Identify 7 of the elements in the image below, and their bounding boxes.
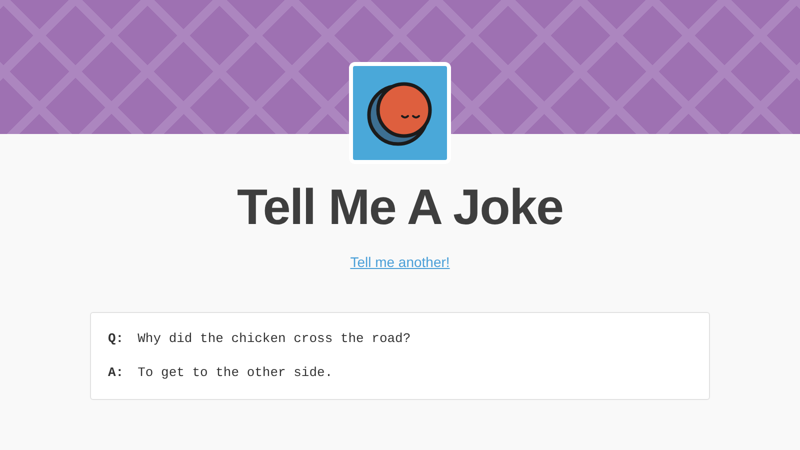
another-joke-link[interactable]: Tell me another! (350, 254, 450, 270)
joke-text: Why did the chicken cross the road? (138, 331, 411, 347)
sleeping-moon-icon (367, 80, 433, 146)
line-label: A: (108, 365, 124, 381)
page-title: Tell Me A Joke (237, 178, 563, 237)
line-label: Q: (108, 331, 124, 347)
joke-text: To get to the other side. (138, 365, 333, 381)
